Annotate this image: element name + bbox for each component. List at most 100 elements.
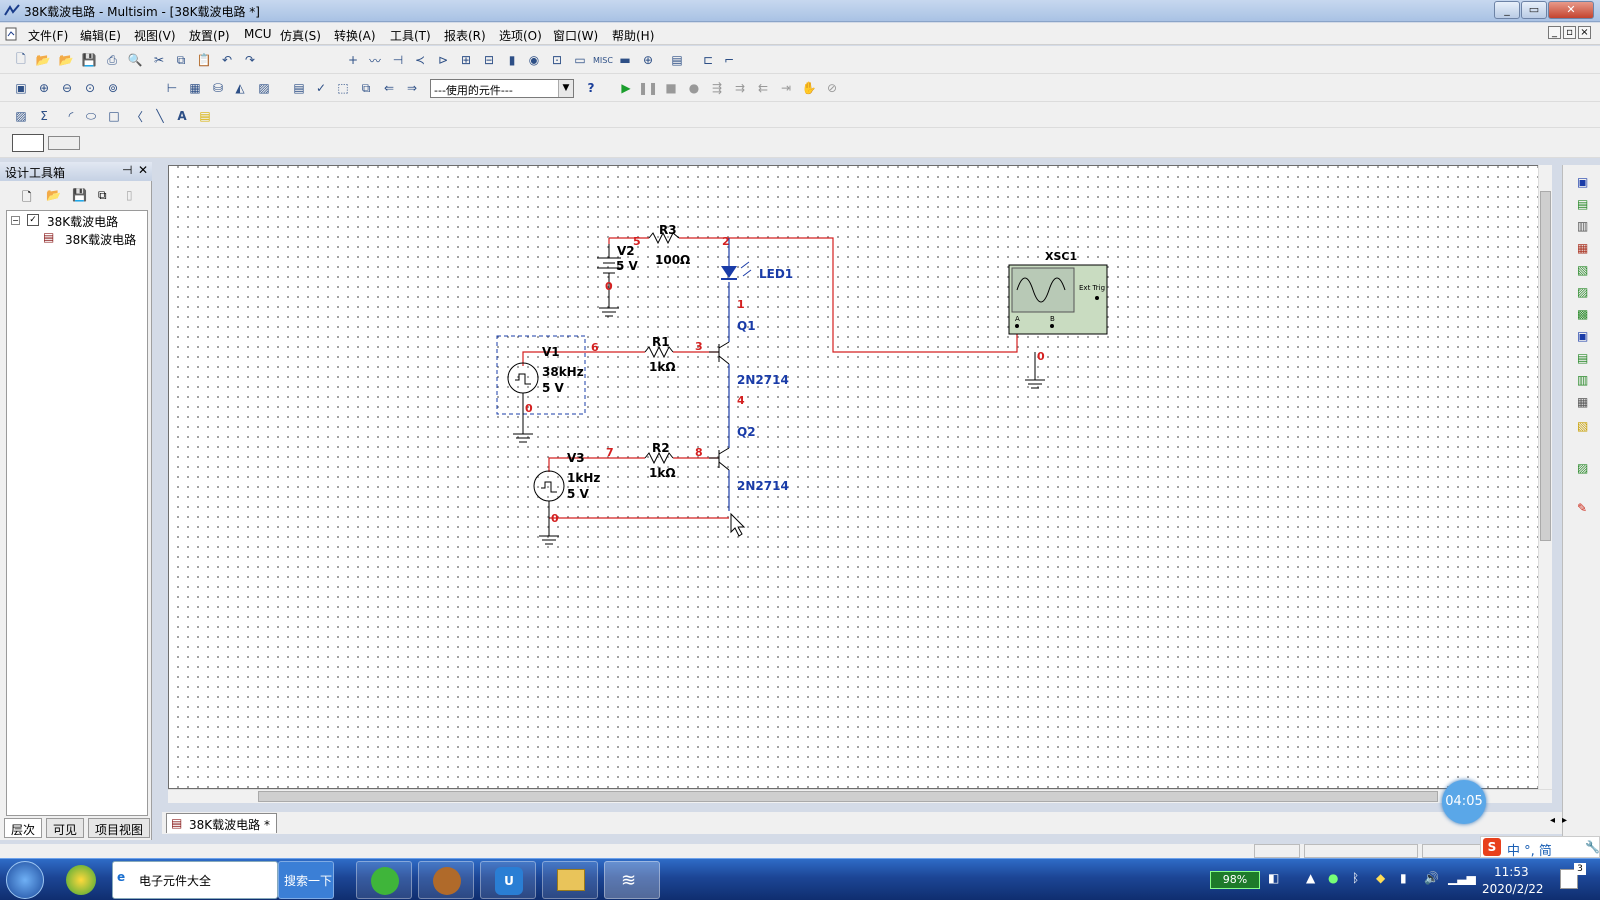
component-source-icon[interactable]: + xyxy=(344,51,362,69)
tree-item-root[interactable]: 38K载波电路 xyxy=(47,213,118,230)
menu-mcu[interactable]: MCU xyxy=(244,27,272,41)
ie-search-box[interactable]: e 电子元件大全 xyxy=(112,861,278,899)
component-basic-icon[interactable]: 〰 xyxy=(366,51,384,69)
tab-visibility[interactable]: 可见 xyxy=(46,818,85,838)
close-design-icon[interactable]: ⧉ xyxy=(98,188,107,203)
open-sample-icon[interactable]: 📂 xyxy=(57,51,75,69)
comment-icon[interactable]: ▤ xyxy=(196,107,214,125)
bode-plotter-icon[interactable]: ▨ xyxy=(1577,285,1588,299)
taskbar-explorer[interactable] xyxy=(542,861,598,899)
menu-file[interactable]: 文件(F) xyxy=(28,27,68,44)
menu-simulate[interactable]: 仿真(S) xyxy=(280,27,321,44)
stop-simulation-icon[interactable]: ■ xyxy=(662,79,680,97)
tab-scroll-right-icon[interactable]: ▸ xyxy=(1562,815,1567,826)
tab-hierarchy[interactable]: 层次 xyxy=(4,818,43,838)
taskbar-app-u[interactable]: U xyxy=(480,861,536,899)
four-channel-scope-icon[interactable]: ▧ xyxy=(1577,263,1588,277)
pin-icon[interactable]: ⊣ xyxy=(122,163,132,177)
help-icon[interactable]: ? xyxy=(582,79,600,97)
menu-transfer[interactable]: 转换(A) xyxy=(334,27,376,44)
postprocessor-icon[interactable]: ▤ xyxy=(290,79,308,97)
word-generator-icon[interactable]: ▣ xyxy=(1577,329,1588,343)
hierarchy-icon[interactable]: ⊢ xyxy=(163,79,181,97)
menu-help[interactable]: 帮助(H) xyxy=(612,27,654,44)
hierarchical-block-icon[interactable]: ⊏ xyxy=(699,51,717,69)
zoom-fit-icon[interactable]: ⊚ xyxy=(104,79,122,97)
ac-source-v3[interactable] xyxy=(533,470,565,545)
network-icon[interactable]: ◧ xyxy=(1268,871,1279,885)
tab-project-view[interactable]: 项目视图 xyxy=(88,818,151,838)
menu-window[interactable]: 窗口(W) xyxy=(553,27,598,44)
ime-status[interactable]: 中 °, 简 xyxy=(1507,840,1552,859)
signal-icon[interactable]: ▁▃▅ xyxy=(1448,871,1476,885)
security-icon[interactable]: ● xyxy=(1328,871,1338,885)
clock-date[interactable]: 2020/2/22 xyxy=(1482,882,1544,896)
current-probe-icon[interactable]: ✎ xyxy=(1577,501,1587,515)
volume-icon[interactable]: 🔊 xyxy=(1424,871,1439,885)
search-button[interactable]: 搜索一下 xyxy=(278,861,334,899)
update-icon[interactable]: ◆ xyxy=(1376,871,1385,885)
component-diode-icon[interactable]: ⊣ xyxy=(389,51,407,69)
clock-time[interactable]: 11:53 xyxy=(1494,865,1529,879)
step-icon[interactable]: ● xyxy=(685,79,703,97)
mdi-restore-button[interactable]: ▫ xyxy=(1563,26,1576,39)
horizontal-scroll-thumb[interactable] xyxy=(258,791,1438,802)
menu-edit[interactable]: 编辑(E) xyxy=(80,27,121,44)
component-transistor-icon[interactable]: ≺ xyxy=(411,51,429,69)
component-analog-icon[interactable]: ⊳ xyxy=(434,51,452,69)
component-cmos-icon[interactable]: ⊟ xyxy=(480,51,498,69)
maximize-button[interactable]: ▭ xyxy=(1521,1,1547,19)
pause-simulation-icon[interactable]: ❚❚ xyxy=(638,79,658,97)
component-ttl-icon[interactable]: ⊞ xyxy=(457,51,475,69)
tab-scroll-left-icon[interactable]: ◂ xyxy=(1550,815,1555,826)
component-peripheral-icon[interactable]: ▬ xyxy=(616,51,634,69)
battery-indicator[interactable]: 98% xyxy=(1210,871,1260,889)
ladder-icon[interactable] xyxy=(48,136,80,150)
minimize-button[interactable]: _ xyxy=(1494,1,1520,19)
function-generator-icon[interactable]: ▤ xyxy=(1577,197,1588,211)
sogou-ime-icon[interactable]: S xyxy=(1483,838,1501,856)
component-power-icon[interactable]: ⊡ xyxy=(548,51,566,69)
document-icon[interactable] xyxy=(4,26,20,42)
transfer-icon[interactable]: ⇒ xyxy=(403,79,421,97)
step-over-icon[interactable]: ⇉ xyxy=(731,79,749,97)
undo-icon[interactable]: ↶ xyxy=(218,51,236,69)
logic-converter-icon[interactable]: ▥ xyxy=(1577,373,1588,387)
redo-icon[interactable]: ↷ xyxy=(241,51,259,69)
device-icon[interactable]: ▮ xyxy=(1400,871,1407,885)
browser-360-icon[interactable] xyxy=(66,865,96,895)
component-rf-icon[interactable]: ⊕ xyxy=(639,51,657,69)
back-annotate-icon[interactable]: ⧉ xyxy=(357,79,375,97)
menu-options[interactable]: 选项(O) xyxy=(499,27,542,44)
run-to-cursor-icon[interactable]: ⇥ xyxy=(777,79,795,97)
logic-analyzer-icon[interactable]: ▤ xyxy=(1577,351,1588,365)
start-button[interactable] xyxy=(6,861,44,899)
menu-tools[interactable]: 工具(T) xyxy=(390,27,431,44)
transistor-q2[interactable] xyxy=(709,447,730,471)
schematic-canvas[interactable]: V2 5 V R3 100Ω LED1 Q1 2N2714 Q2 2N2714 … xyxy=(168,165,1552,789)
text-icon[interactable]: A xyxy=(173,107,191,125)
ime-toolbar[interactable]: S 中 °, 简 🔧 xyxy=(1480,836,1600,859)
tab-schematic[interactable]: ▤ 38K载波电路 * xyxy=(166,813,277,833)
graph-icon[interactable]: ◭ xyxy=(231,79,249,97)
zoom-in-icon[interactable]: ⊕ xyxy=(35,79,53,97)
paste-icon[interactable]: 📋 xyxy=(195,51,213,69)
oscilloscope-icon[interactable]: ▦ xyxy=(1577,241,1588,255)
component-indicator-icon[interactable]: ◉ xyxy=(525,51,543,69)
new-icon[interactable]: 🗋 xyxy=(12,51,30,69)
taskbar-app-360[interactable] xyxy=(356,861,412,899)
close-button[interactable]: ✕ xyxy=(1548,1,1594,19)
save-design-icon[interactable]: 💾 xyxy=(72,188,87,202)
bus-icon[interactable]: ⌐ xyxy=(720,51,738,69)
wrench-icon[interactable]: 🔧 xyxy=(1585,840,1600,854)
vertical-scroll-thumb[interactable] xyxy=(1540,191,1551,541)
erc-icon[interactable]: ✓ xyxy=(312,79,330,97)
mdi-minimize-button[interactable]: _ xyxy=(1548,26,1561,39)
horizontal-scrollbar[interactable] xyxy=(168,789,1552,803)
arc-icon[interactable]: ◜ xyxy=(62,107,80,125)
run-simulation-icon[interactable]: ▶ xyxy=(617,79,635,97)
copy-icon[interactable]: ⧉ xyxy=(172,51,190,69)
component-electromech-icon[interactable]: ▤ xyxy=(668,51,686,69)
cut-icon[interactable]: ✂ xyxy=(150,51,168,69)
rectangle-icon[interactable]: □ xyxy=(105,107,123,125)
